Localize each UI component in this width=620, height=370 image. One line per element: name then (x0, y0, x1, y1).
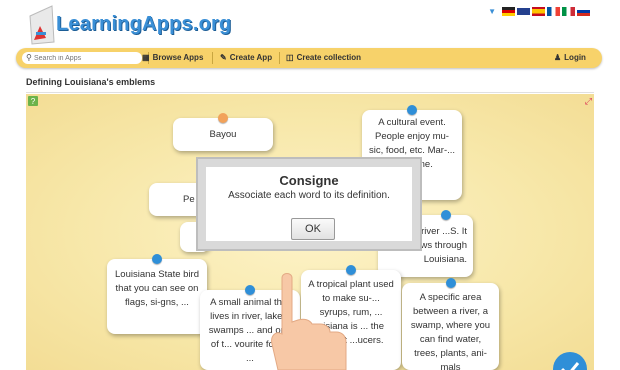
search-input[interactable] (34, 52, 138, 64)
instruction-dialog: Consigne Associate each word to its defi… (206, 167, 412, 241)
logo-icon (29, 5, 55, 45)
pin-icon (445, 278, 456, 288)
browse-apps-label: Browse Apps (152, 53, 204, 62)
card-bayou[interactable]: Bayou (173, 113, 273, 151)
svg-text:?: ? (31, 97, 36, 106)
check-button[interactable] (553, 352, 587, 370)
flag-ru-icon[interactable] (577, 7, 590, 16)
dialog-message: Associate each word to its definition. (228, 190, 390, 201)
flag-de-icon[interactable] (502, 7, 515, 16)
site-header: LearningApps.org ▼ (0, 0, 620, 46)
pointing-hand-icon (271, 273, 347, 370)
nav-divider (279, 52, 280, 64)
check-icon (561, 362, 580, 370)
navigation-bar: ⚲ ▦Browse Apps ✎Create App ◫Create colle… (16, 48, 602, 68)
card-label: Bayou (209, 129, 237, 140)
card-label: Louisiana State bird that you can see on… (115, 269, 199, 308)
fullscreen-icon[interactable]: ⤢ (585, 96, 592, 107)
card-bird[interactable]: Louisiana State bird that you can see on… (107, 254, 207, 334)
nav-divider (212, 52, 213, 64)
login-link[interactable]: ♟ Login (554, 48, 586, 68)
flag-it-icon[interactable] (562, 7, 575, 16)
pin-icon (152, 254, 162, 264)
card-label: Pe (183, 194, 195, 205)
logo-text[interactable]: LearningApps.org (56, 13, 231, 36)
flag-es-icon[interactable] (532, 7, 545, 16)
help-icon[interactable]: ? (28, 96, 38, 106)
dropdown-triangle-icon[interactable]: ▼ (488, 7, 496, 16)
flag-fr-icon[interactable] (547, 7, 560, 16)
page-title: Defining Louisiana's emblems (26, 77, 156, 87)
search-box[interactable]: ⚲ (22, 52, 142, 64)
create-app-label: Create App (229, 53, 273, 62)
grid-icon: ▦ (142, 53, 150, 62)
browse-apps-link[interactable]: ▦ Browse Apps (142, 48, 203, 68)
pin-icon (218, 113, 228, 123)
user-icon: ♟ (554, 53, 562, 62)
card-label: A specific area between a river, a swamp… (410, 292, 491, 370)
pencil-icon: ✎ (220, 53, 227, 62)
card-specific-area[interactable]: A specific area between a river, a swamp… (402, 278, 499, 370)
collection-icon: ◫ (286, 53, 294, 62)
create-collection-label: Create collection (296, 53, 362, 62)
create-app-link[interactable]: ✎ Create App (220, 48, 272, 68)
pin-icon (407, 105, 417, 115)
pin-icon (441, 210, 452, 220)
pin-icon (245, 285, 255, 295)
login-label: Login (564, 53, 586, 62)
instruction-modal: Consigne Associate each word to its defi… (196, 157, 422, 251)
flag-en-icon[interactable] (517, 7, 530, 16)
divider (26, 92, 594, 93)
dialog-title: Consigne (279, 173, 339, 188)
create-collection-link[interactable]: ◫ Create collection (286, 48, 361, 68)
language-selector[interactable]: ▼ (488, 7, 590, 16)
search-icon: ⚲ (26, 53, 32, 62)
ok-button[interactable]: OK (291, 218, 335, 240)
